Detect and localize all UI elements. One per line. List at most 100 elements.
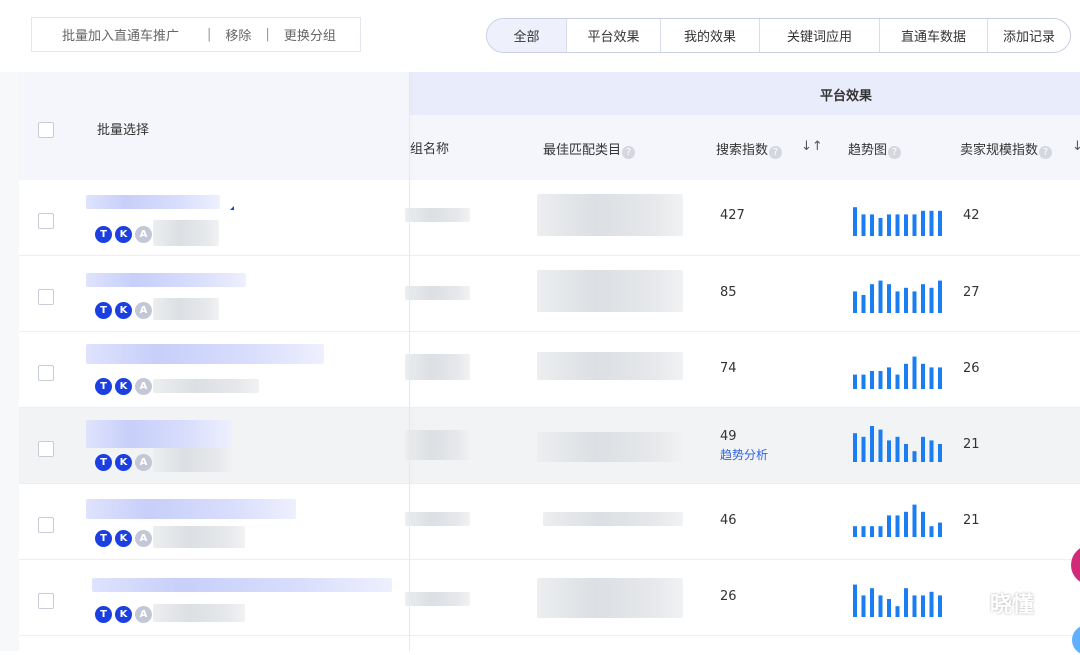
redacted-keyword	[86, 499, 296, 519]
trend-bar	[904, 511, 908, 537]
tab-my-effect[interactable]: 我的效果	[661, 19, 760, 52]
trend-bar	[921, 363, 925, 389]
badge-a: A	[135, 454, 152, 471]
group-header-row	[410, 72, 1080, 115]
trend-bar	[870, 426, 874, 462]
keyword-table: 平台效果 批量选择 组名称 最佳匹配类目? 搜索指数? ↓↑ 趋势图? 卖家规模…	[19, 72, 1080, 651]
wechat-icon	[951, 591, 982, 615]
help-icon[interactable]: ?	[1039, 146, 1053, 159]
redacted-group-name	[405, 592, 470, 606]
header-best-category: 最佳匹配类目?	[543, 139, 636, 159]
filter-tabs: 全部 平台效果 我的效果 关键词应用 直通车数据 添加记录	[486, 18, 1071, 53]
trend-bar	[853, 584, 857, 617]
corner-marker	[230, 206, 234, 210]
row-checkbox[interactable]	[38, 517, 54, 533]
badge-t: T	[95, 302, 112, 319]
trend-bar	[853, 207, 857, 236]
redacted-group-name	[405, 354, 470, 380]
header-batch-select: 批量选择	[97, 123, 150, 138]
help-icon[interactable]: ?	[622, 146, 636, 159]
trend-bar	[895, 606, 900, 617]
seller-scale-value: 21	[963, 437, 980, 452]
trend-bar	[904, 214, 908, 236]
badge-t: T	[95, 606, 112, 623]
trend-bar	[929, 440, 934, 462]
search-index-value: 46	[720, 513, 737, 528]
redacted-category	[537, 352, 683, 380]
change-group-button[interactable]: 更换分组	[284, 25, 336, 44]
trend-bar	[904, 363, 908, 389]
trend-bar	[895, 515, 900, 537]
trend-bar	[861, 295, 866, 313]
redacted-category	[537, 432, 683, 462]
sort-icon[interactable]: ↓↑	[801, 139, 823, 154]
trend-bar	[895, 436, 900, 462]
trend-bar	[904, 588, 908, 617]
select-all-checkbox[interactable]	[38, 122, 54, 138]
badge-k: K	[115, 226, 132, 243]
header-group-name: 组名称	[410, 142, 450, 157]
trend-bar	[887, 515, 891, 537]
trend-analysis-link[interactable]: 趋势分析	[720, 446, 768, 463]
trend-sparkline	[853, 504, 942, 537]
row-checkbox[interactable]	[38, 441, 54, 457]
watermark-text: 晓懂	[990, 593, 1035, 618]
trend-bar	[853, 374, 857, 389]
help-icon[interactable]: ?	[888, 146, 902, 159]
toolbar-separator: |	[265, 27, 270, 42]
trend-bar	[912, 451, 917, 462]
trend-bar	[878, 429, 883, 462]
sort-icon[interactable]: ↓↑	[1072, 139, 1080, 154]
trend-bar	[861, 214, 866, 236]
tab-add-record[interactable]: 添加记录	[988, 19, 1070, 52]
redacted-keyword	[92, 578, 392, 592]
badge-k: K	[115, 606, 132, 623]
redacted-keyword	[86, 344, 324, 364]
header-trend-label: 趋势图	[848, 143, 888, 158]
badge-k: K	[115, 302, 132, 319]
row-checkbox[interactable]	[38, 365, 54, 381]
tab-platform-effect[interactable]: 平台效果	[567, 19, 661, 52]
header-best-category-label: 最佳匹配类目	[543, 143, 622, 158]
trend-bar	[904, 444, 908, 462]
trend-bar	[878, 526, 883, 537]
batch-add-ztc-button[interactable]: 批量加入直通车推广	[62, 25, 179, 44]
help-icon[interactable]: ?	[769, 146, 783, 159]
trend-sparkline	[853, 280, 942, 313]
redacted-keyword-sub	[153, 448, 233, 472]
row-checkbox[interactable]	[38, 289, 54, 305]
trend-bar	[853, 433, 857, 462]
search-index-value: 26	[720, 589, 737, 604]
trend-bar	[921, 595, 925, 617]
header-seller-scale-label: 卖家规模指数	[960, 143, 1039, 158]
batch-toolbar: 批量加入直通车推广 | 移除 | 更换分组	[31, 17, 361, 52]
trend-bar	[887, 599, 891, 617]
watermark: 晓懂	[950, 587, 1034, 619]
badge-a: A	[135, 606, 152, 623]
header-search-index: 搜索指数?	[716, 139, 783, 159]
tab-ztc-data[interactable]: 直通车数据	[880, 19, 988, 52]
row-checkbox[interactable]	[38, 213, 54, 229]
trend-bar	[887, 367, 891, 389]
table-row: T K A 46 21	[19, 484, 1080, 560]
trend-bar	[870, 371, 874, 389]
row-checkbox[interactable]	[38, 593, 54, 609]
trend-bar	[870, 284, 874, 313]
fixed-column-divider	[409, 72, 410, 651]
badge-t: T	[95, 226, 112, 243]
trend-bar	[938, 522, 942, 537]
trend-bar	[853, 526, 857, 537]
trend-bar	[895, 291, 900, 313]
trend-sparkline	[853, 207, 942, 236]
remove-button[interactable]: 移除	[225, 25, 251, 44]
tab-all[interactable]: 全部	[487, 19, 567, 52]
table-row: T K A 427 42	[19, 180, 1080, 256]
tab-keyword-application[interactable]: 关键词应用	[760, 19, 880, 52]
trend-bar	[921, 436, 925, 462]
trend-bar	[921, 210, 925, 236]
trend-bar	[861, 374, 866, 389]
redacted-keyword	[86, 420, 232, 448]
redacted-group-name	[405, 430, 470, 460]
redacted-keyword-sub	[153, 298, 219, 320]
trend-bar	[895, 374, 900, 389]
